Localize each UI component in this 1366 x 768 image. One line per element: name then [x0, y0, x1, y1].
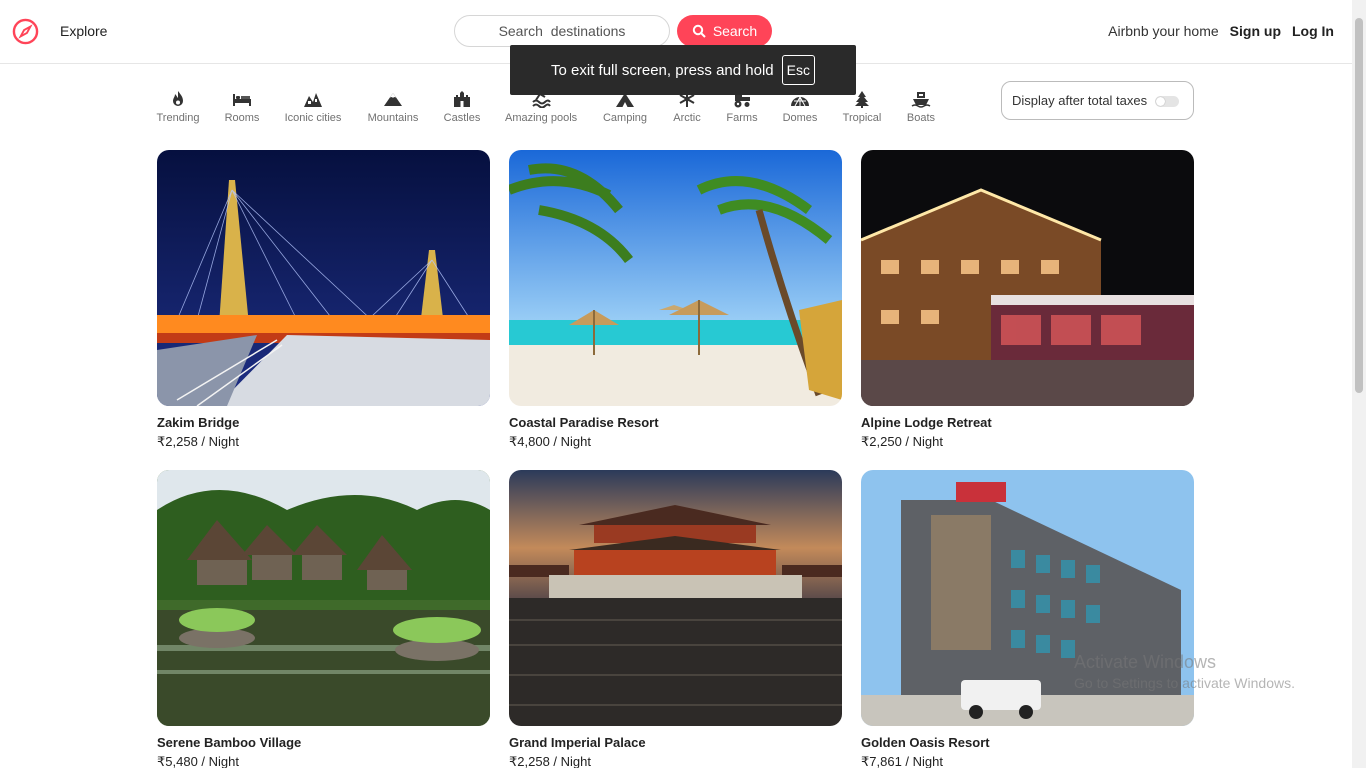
scrollbar-thumb[interactable] [1355, 18, 1363, 393]
watermark-title: Activate Windows [1074, 652, 1217, 672]
listing-card[interactable]: Zakim Bridge ₹2,258 / Night [157, 150, 490, 450]
castle-icon [454, 91, 470, 107]
category-label: Iconic cities [284, 112, 342, 124]
explore-link[interactable]: Explore [60, 23, 107, 39]
flame-icon [173, 91, 183, 106]
search-button-label: Search [712, 23, 758, 39]
listing-title[interactable]: Alpine Lodge Retreat [861, 415, 1194, 430]
listing-price: ₹2,258 / Night [157, 434, 239, 449]
listing-title[interactable]: Grand Imperial Palace [509, 735, 842, 750]
category-boats[interactable]: Boats [885, 86, 957, 124]
host-link[interactable]: Airbnb your home [1108, 23, 1219, 39]
tax-toggle[interactable]: Display after total taxes [1001, 81, 1194, 120]
fullscreen-notice: To exit full screen, press and hold Esc [510, 45, 856, 95]
listing-card[interactable]: Coastal Paradise Resort ₹4,800 / Night [507, 150, 842, 450]
listing-card[interactable]: Serene Bamboo Village ₹5,480 / Night [157, 470, 490, 768]
page-scrollbar[interactable] [1352, 0, 1366, 768]
listing-image-palace[interactable] [509, 470, 842, 726]
compass-logo-icon[interactable] [12, 18, 39, 45]
listing-price: ₹5,480 / Night [157, 754, 239, 768]
watermark-subtitle: Go to Settings to activate Windows. [1074, 675, 1295, 691]
login-link[interactable]: Log In [1292, 23, 1334, 39]
category-label: Trending [156, 112, 200, 124]
fullscreen-notice-text: To exit full screen, press and hold [551, 61, 774, 79]
listing-card[interactable]: Golden Oasis Resort ₹7,861 / Night [861, 470, 1194, 768]
listing-title[interactable]: Golden Oasis Resort [861, 735, 1194, 750]
listing-image-village[interactable] [157, 470, 490, 726]
bed-icon [233, 94, 251, 106]
city-icon [304, 93, 322, 107]
windows-activation-watermark: Activate Windows Go to Settings to activ… [1074, 652, 1295, 691]
category-label: Castles [443, 112, 481, 124]
listing-image-beach[interactable] [507, 150, 842, 406]
tax-switch[interactable] [1155, 96, 1179, 107]
category-label: Amazing pools [505, 112, 578, 124]
listing-image-bridge[interactable] [157, 150, 490, 407]
listing-price: ₹4,800 / Night [509, 434, 591, 449]
listing-title[interactable]: Coastal Paradise Resort [509, 415, 842, 430]
category-castles[interactable]: Castles [426, 86, 498, 124]
tax-toggle-label: Display after total taxes [1012, 93, 1148, 108]
boat-icon [911, 92, 931, 108]
esc-key-badge: Esc [781, 55, 815, 85]
category-label: Mountains [367, 112, 419, 124]
signup-link[interactable]: Sign up [1230, 23, 1281, 39]
listing-price: ₹2,250 / Night [861, 434, 943, 449]
category-rooms[interactable]: Rooms [206, 86, 278, 124]
listing-price: ₹7,861 / Night [861, 754, 943, 768]
search-button[interactable]: Search [677, 15, 772, 47]
listing-title[interactable]: Serene Bamboo Village [157, 735, 490, 750]
listing-card[interactable]: Grand Imperial Palace ₹2,258 / Night [509, 470, 842, 768]
listing-price: ₹2,258 / Night [509, 754, 591, 768]
mountain-icon [384, 93, 402, 106]
nav-right-links: Airbnb your home Sign up Log In [1108, 23, 1334, 39]
category-label: Boats [906, 112, 936, 124]
category-label: Rooms [224, 112, 260, 124]
search-input[interactable] [454, 15, 670, 47]
category-trending[interactable]: Trending [142, 86, 214, 124]
listing-card[interactable]: Alpine Lodge Retreat ₹2,250 / Night [860, 150, 1194, 450]
category-mountains[interactable]: Mountains [357, 86, 429, 124]
listing-title[interactable]: Zakim Bridge [157, 415, 490, 430]
category-iconic-cities[interactable]: Iconic cities [277, 86, 349, 124]
search-icon [692, 24, 706, 38]
listing-image-lodge[interactable] [860, 150, 1194, 406]
